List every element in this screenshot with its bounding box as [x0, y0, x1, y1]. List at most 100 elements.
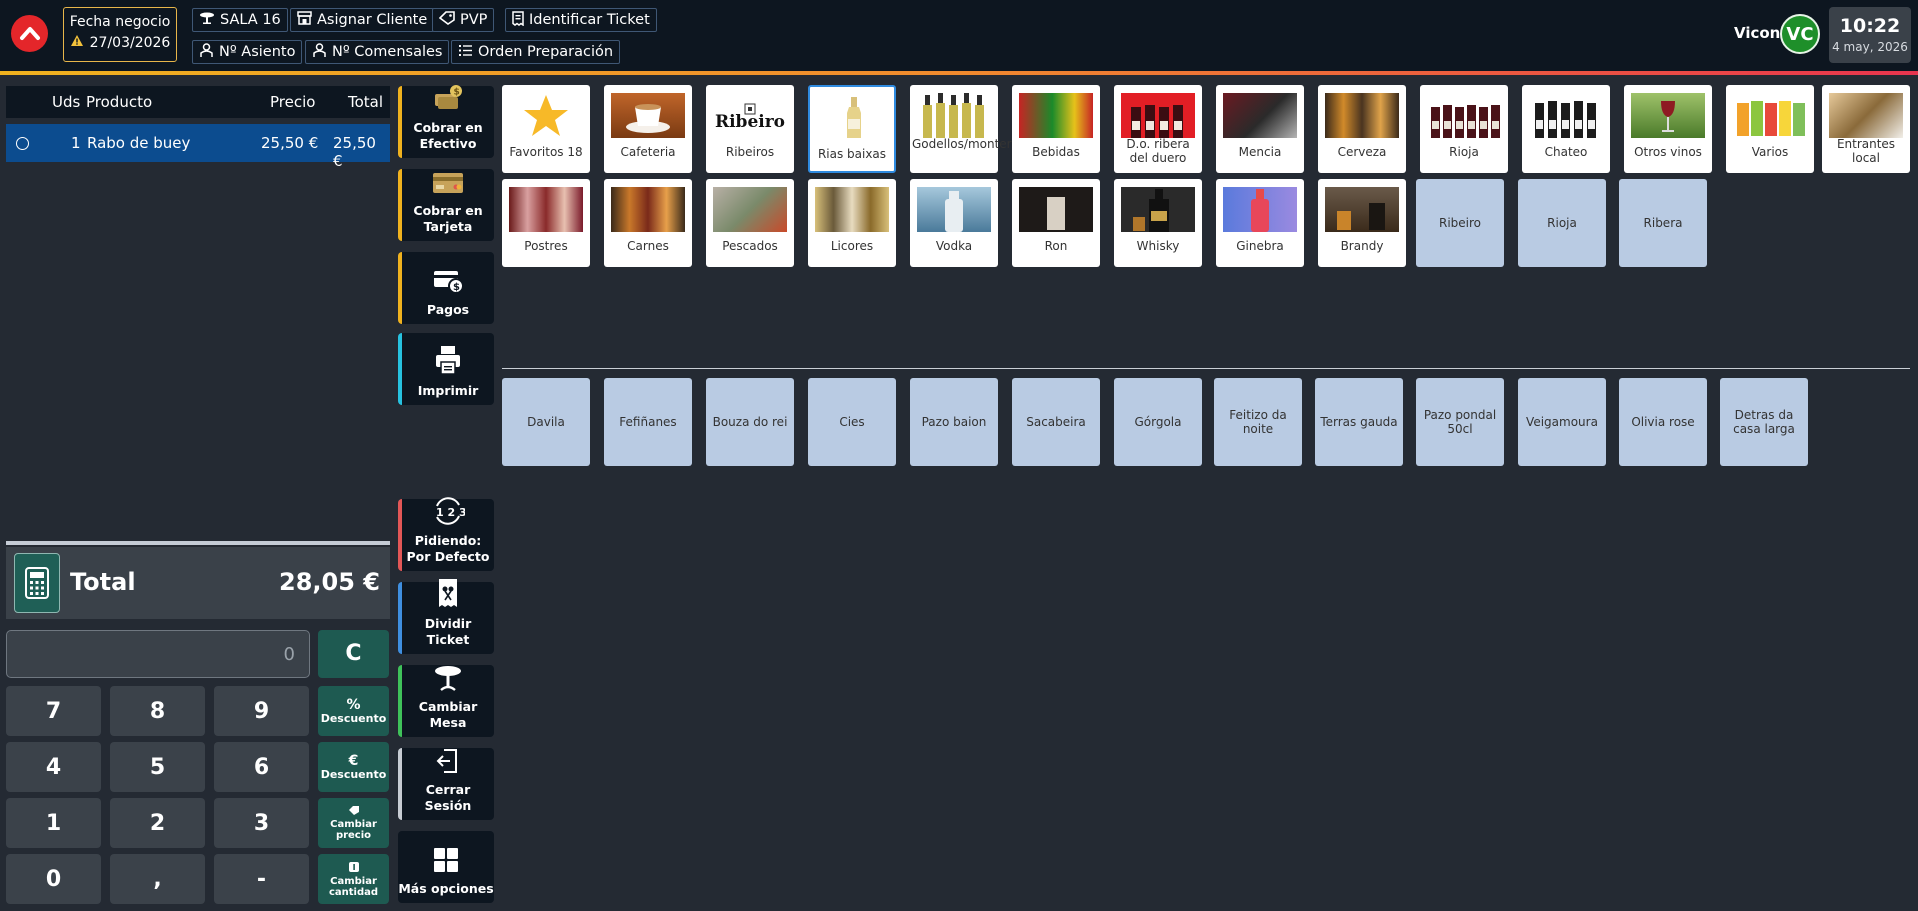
change-price-label-1: Cambiar	[330, 819, 377, 830]
category-ribera-duero[interactable]: D.o. ribera del duero	[1114, 85, 1202, 173]
category-carnes[interactable]: Carnes	[604, 179, 692, 267]
subcategory-ribeiro[interactable]: Ribeiro	[1416, 179, 1504, 267]
product-button[interactable]: Veigamoura	[1518, 378, 1606, 466]
calculator-icon[interactable]	[14, 553, 60, 613]
seat-number-button[interactable]: Nº Asiento	[192, 40, 303, 64]
drinks-image	[1019, 93, 1093, 138]
pay-card-button[interactable]: Cobrar en Tarjeta	[398, 169, 494, 241]
category-favoritos[interactable]: Favoritos 18	[502, 85, 590, 173]
product-button[interactable]: Górgola	[1114, 378, 1202, 466]
change-price-button[interactable]: Cambiar precio	[318, 798, 389, 848]
app-logo-icon[interactable]	[11, 15, 48, 52]
key-3[interactable]: 3	[214, 798, 309, 848]
clear-button[interactable]: C	[318, 630, 389, 678]
category-ribeiros[interactable]: Ribeiro Ribeiros	[706, 85, 794, 173]
product-button[interactable]: Pazo baion	[910, 378, 998, 466]
logout-button[interactable]: Cerrar Sesión	[398, 748, 494, 820]
category-rioja[interactable]: Rioja	[1420, 85, 1508, 173]
pay-cash-button[interactable]: $ Cobrar en Efectivo	[398, 85, 494, 158]
category-licores[interactable]: Licores	[808, 179, 896, 267]
category-godellos[interactable]: Godellos/monterrey	[910, 85, 1031, 173]
category-entrantes-local[interactable]: Entrantes local	[1822, 85, 1910, 173]
category-postres[interactable]: Postres	[502, 179, 590, 267]
change-quantity-label-1: Cambiar	[330, 875, 377, 887]
category-vodka[interactable]: Vodka	[910, 179, 998, 267]
key-minus[interactable]: -	[214, 854, 309, 904]
key-7[interactable]: 7	[6, 686, 101, 736]
col-total: Total	[348, 93, 384, 111]
category-cerveza[interactable]: Cerveza	[1318, 85, 1406, 173]
split-ticket-button[interactable]: Dividir Ticket	[398, 579, 494, 654]
ordering-mode-button[interactable]: 1 2 3 Pidiendo: Por Defecto	[398, 497, 494, 571]
key-4[interactable]: 4	[6, 742, 101, 792]
category-whisky[interactable]: Whisky	[1114, 179, 1202, 267]
subcategory-ribera[interactable]: Ribera	[1619, 179, 1707, 267]
assign-client-button[interactable]: Asignar Cliente	[290, 8, 435, 32]
total-separator	[6, 541, 390, 545]
logout-label-1: Cerrar	[425, 782, 471, 797]
product-button[interactable]: Pazo pondal 50cl	[1416, 378, 1504, 466]
row-radio[interactable]	[16, 137, 29, 150]
category-label: Vodka	[935, 239, 973, 253]
category-ron[interactable]: Ron	[1012, 179, 1100, 267]
payments-button[interactable]: $ Pagos	[398, 252, 494, 324]
category-label: Ginebra	[1236, 239, 1284, 253]
key-comma[interactable]: ,	[110, 854, 205, 904]
key-0[interactable]: 0	[6, 854, 101, 904]
identify-ticket-button[interactable]: Identificar Ticket	[505, 8, 657, 32]
category-brandy[interactable]: Brandy	[1318, 179, 1406, 267]
product-button[interactable]: Olivia rose	[1619, 378, 1707, 466]
euro-discount-button[interactable]: € Descuento	[318, 742, 389, 792]
category-ginebra[interactable]: Ginebra	[1216, 179, 1304, 267]
category-rias-baixas[interactable]: Rias baixas	[808, 85, 896, 173]
more-options-button[interactable]: Más opciones	[398, 831, 494, 903]
table-icon	[433, 665, 463, 695]
category-label: Ribeiros	[725, 145, 775, 159]
ticket-row[interactable]: 1 Rabo de buey 25,50 € 25,50 €	[6, 124, 390, 170]
subcategory-rioja[interactable]: Rioja	[1518, 179, 1606, 267]
category-varios[interactable]: Varios	[1726, 85, 1814, 173]
product-button[interactable]: Bouza do rei	[706, 378, 794, 466]
product-button[interactable]: Fefiñanes	[604, 378, 692, 466]
key-2[interactable]: 2	[110, 798, 205, 848]
key-9[interactable]: 9	[214, 686, 309, 736]
category-label: Pescados	[722, 239, 778, 253]
product-button[interactable]: Sacabeira	[1012, 378, 1100, 466]
category-mencia[interactable]: Mencia	[1216, 85, 1304, 173]
product-button[interactable]: Detras da casa larga	[1720, 378, 1808, 466]
change-quantity-button[interactable]: Cambiar cantidad	[318, 854, 389, 904]
row-uds: 1	[71, 134, 81, 152]
category-cafeteria[interactable]: Cafeteria	[604, 85, 692, 173]
key-5[interactable]: 5	[110, 742, 205, 792]
key-1[interactable]: 1	[6, 798, 101, 848]
category-label: Cafeteria	[620, 145, 676, 159]
col-producto: Producto	[86, 93, 153, 111]
product-button[interactable]: Davila	[502, 378, 590, 466]
category-chateo[interactable]: Chateo	[1522, 85, 1610, 173]
key-6[interactable]: 6	[214, 742, 309, 792]
percent-discount-button[interactable]: % Descuento	[318, 686, 389, 736]
red-wine-bottles-image	[1121, 93, 1195, 138]
change-table-button[interactable]: Cambiar Mesa	[398, 665, 494, 737]
category-otros-vinos[interactable]: Otros vinos	[1624, 85, 1712, 173]
category-label: Postres	[524, 239, 568, 253]
amount-input[interactable]: 0	[6, 630, 310, 678]
product-button[interactable]: Feitizo da noite	[1214, 378, 1302, 466]
total-value: 28,05 €	[279, 568, 380, 596]
pvp-button[interactable]: PVP	[432, 8, 495, 32]
product-button[interactable]: Terras gauda	[1315, 378, 1403, 466]
product-button[interactable]: Cies	[808, 378, 896, 466]
category-label: Cerveza	[1337, 145, 1387, 159]
business-date-box[interactable]: Fecha negocio 27/03/2026	[63, 7, 177, 62]
room-button[interactable]: SALA 16	[192, 8, 288, 32]
key-8[interactable]: 8	[110, 686, 205, 736]
pay-card-label-2: Tarjeta	[423, 219, 473, 234]
logout-icon	[436, 748, 460, 778]
diners-button[interactable]: Nº Comensales	[305, 40, 450, 64]
category-bebidas[interactable]: Bebidas	[1012, 85, 1100, 173]
category-label: D.o. ribera del duero	[1126, 137, 1190, 165]
preparation-order-button[interactable]: Orden Preparación	[451, 40, 621, 64]
print-button[interactable]: Imprimir	[398, 333, 494, 405]
category-pescados[interactable]: Pescados	[706, 179, 794, 267]
user-avatar[interactable]: VC	[1780, 14, 1820, 54]
